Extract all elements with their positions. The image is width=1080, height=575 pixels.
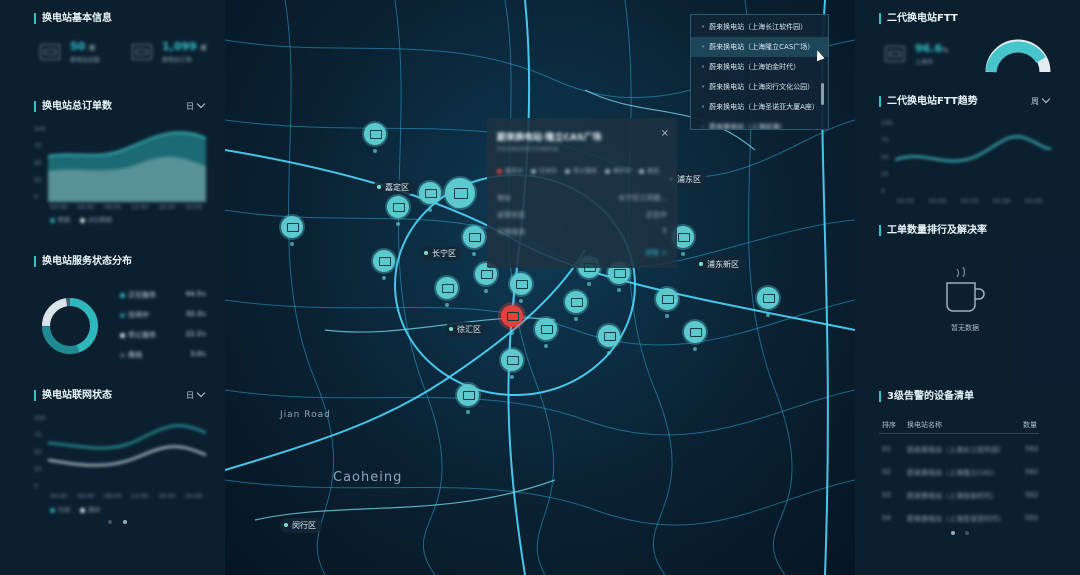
orders-range-dropdown[interactable]: 日 [186,99,206,112]
table-row[interactable]: 03 蔚来换电站（上海铂金时代） 562 [882,491,1042,501]
pager-dot-active[interactable] [951,531,955,535]
station-option[interactable]: 蔚来换电站（上海前滩） [691,117,828,129]
station-pin[interactable] [373,250,395,280]
station-dropdown-list[interactable]: 蔚来换电站（上海长江软件园） 蔚来换电站（上海隆立CAS广场） 蔚来换电站（上海… [690,14,829,130]
popup-station-id: PSVVAS0007S0B00S [497,146,559,153]
chevron-down-icon [1041,94,1051,104]
station-pin[interactable] [684,321,706,351]
district-minhang[interactable]: 闵行区 [280,518,322,533]
left-panel: 换电站基本信息 50 座 换电站总数 1,099 座 换电站订单 换电站总订单数… [0,0,225,575]
chevron-down-icon [196,388,206,398]
station-pin[interactable] [387,196,409,226]
station-pin-alert[interactable] [501,305,523,335]
section-title-ftt-trend: 二代换电站FTT趋势 [879,96,978,107]
table-header-rank: 排序 [882,421,896,429]
section-title-basic: 换电站基本信息 [34,13,112,24]
pager-dot-active[interactable] [123,520,127,524]
table-header-count: 数量 [1023,421,1037,429]
popup-row: 运营状态 正在中 [497,211,667,219]
popup-row: 可用电池 5 [497,227,667,236]
legend-item: 离线 [639,166,659,175]
station-pin[interactable] [565,291,587,321]
stat-ftt: 96.6% 上海市 [885,42,948,66]
pager-dot[interactable] [108,520,112,524]
table-header-name: 换电站名称 [907,421,942,429]
stat-station-count: 50 座 换电站总数 [40,40,100,64]
station-pin[interactable] [463,226,485,256]
section-title-status: 换电站服务状态分布 [34,256,132,267]
station-pin[interactable] [535,318,557,348]
network-range-dropdown[interactable]: 日 [186,388,206,401]
station-pin[interactable] [436,277,458,307]
status-donut-chart [42,298,98,354]
ftt-icon [885,46,905,62]
legend-item: 离线 [80,505,100,514]
order-icon [132,44,152,60]
district-changning[interactable]: 长宁区 [420,246,462,261]
station-pin[interactable] [510,273,532,303]
district-jiading[interactable]: 嘉定区 [373,180,415,195]
district-pudong[interactable]: 浦东新区 [695,257,745,272]
right-panel: 二代换电站FTT 96.6% 上海市 二代换电站FTT趋势 周 100 75 5… [855,0,1080,575]
station-pin[interactable] [457,384,479,414]
station-pin[interactable] [501,349,523,379]
map-label-road: Jian Road [280,410,331,420]
station-option[interactable]: 蔚来换电站（上海铂金时代） [691,57,828,77]
popup-row: 地址 长宁区江苏路... [497,194,667,202]
station-option[interactable]: 蔚来换电站（上海长江软件园） [691,17,828,37]
station-pin[interactable] [364,123,386,153]
stat-order-count: 1,099 座 换电站订单 [132,40,207,64]
station-option[interactable]: 蔚来换电站（上海圣诺亚大厦A座） [691,97,828,117]
close-icon[interactable]: × [661,128,669,139]
district-xuhui[interactable]: 徐汇区 [445,322,487,337]
popup-details-link[interactable]: 详情 > [497,248,667,258]
section-title-ftt: 二代换电站FTT [879,13,958,24]
station-pin[interactable] [757,287,779,317]
legend-item: 空闲中 [531,166,557,175]
empty-state-text: 暂无数据 [951,324,979,332]
popup-status-legend: 服务中 空闲中 停止服务 维护中 离线 [497,166,659,175]
section-title-ranking: 工单数量排行及解决率 [879,225,987,236]
legend-item: 维护中 [605,166,631,175]
section-title-network: 换电站联网状态 [34,390,112,401]
station-option[interactable]: 蔚来换电站（上海闵行文化公园） [691,77,828,97]
station-pin[interactable] [419,182,441,212]
pager-dot[interactable] [965,531,969,535]
ftt-range-dropdown[interactable]: 周 [1031,94,1051,107]
section-title-alarm: 3级告警的设备清单 [879,391,974,402]
legend-item: 停止服务 [565,166,597,175]
legend-item: 对比数据 [80,215,112,224]
list-scrollbar[interactable] [821,83,824,105]
chevron-down-icon [196,99,206,109]
legend-item: 数据 [50,215,70,224]
station-pin-cluster[interactable] [445,178,475,208]
station-pin[interactable] [598,325,620,355]
table-divider [879,433,1039,434]
station-pin[interactable] [281,216,303,246]
legend-item: 在线 [50,505,70,514]
legend-item: 服务中 [497,166,523,175]
empty-cup-icon [946,266,985,312]
section-title-orders: 换电站总订单数 [34,101,112,112]
map-label-caoheing: Caoheing [333,470,403,485]
station-option-selected[interactable]: 蔚来换电站（上海隆立CAS广场） [691,37,828,57]
table-row[interactable]: 02 蔚来换电站（上海隆立CAS） 562 [882,468,1042,478]
popup-title: 蔚来换电站·隆立CAS广场 [497,133,602,143]
station-pin[interactable] [656,288,678,318]
station-popup: 蔚来换电站·隆立CAS广场 × PSVVAS0007S0B00S 服务中 空闲中… [487,118,677,268]
table-row[interactable]: 01 蔚来换电站（上海长江软件园） 562 [882,445,1042,455]
table-row[interactable]: 04 蔚来换电站（上海圣诺亚时代） 562 [882,514,1042,524]
station-icon [40,44,60,60]
ftt-gauge [985,39,1051,73]
